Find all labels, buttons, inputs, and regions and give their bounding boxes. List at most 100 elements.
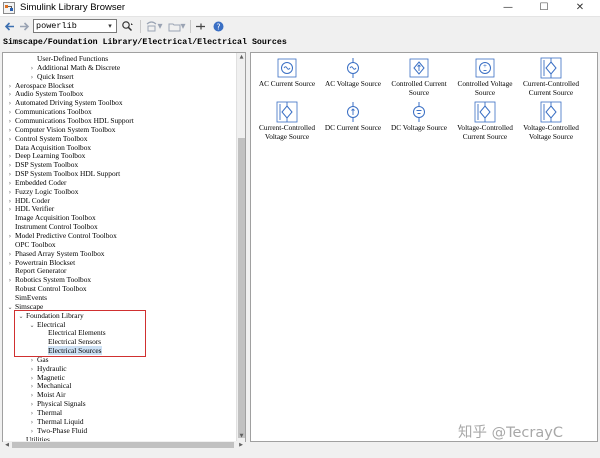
- tree-item[interactable]: › HDL Coder: [5, 196, 50, 205]
- search-options-icon[interactable]: [121, 20, 134, 33]
- current-controlled-voltage-source-icon: [276, 101, 298, 123]
- library-block[interactable]: Voltage-Controlled Current Source: [451, 101, 519, 141]
- tree-item[interactable]: › Control System Toolbox: [5, 134, 88, 143]
- search-input[interactable]: powerlib ▾: [33, 19, 117, 33]
- ac-voltage-source-icon: [347, 58, 359, 78]
- ac-current-source-icon: [277, 58, 297, 78]
- library-tree[interactable]: User-Defined Functions › Additional Math &…: [2, 52, 246, 442]
- tree-item[interactable]: › Aerospace Blockset: [5, 81, 74, 90]
- block-label: AC Current Source: [258, 79, 316, 88]
- toolbar-separator: [140, 20, 141, 33]
- tree-item[interactable]: › Moist Air: [27, 390, 66, 399]
- library-block[interactable]: AC Current Source: [253, 57, 321, 88]
- tree-item-label: Powertrain Blockset: [15, 257, 76, 267]
- tree-item[interactable]: Report Generator: [5, 266, 67, 275]
- scroll-left-icon[interactable]: ◀: [3, 441, 11, 449]
- tree-item[interactable]: › Robotics System Toolbox: [5, 275, 91, 284]
- tree-item[interactable]: › Physical Signals: [27, 399, 86, 408]
- tree-item[interactable]: User-Defined Functions: [27, 54, 108, 63]
- chevron-down-icon[interactable]: ▾: [157, 20, 163, 33]
- tree-item-label: Communications Toolbox: [15, 107, 92, 117]
- tree-item-label: DSP System Toolbox HDL Support: [15, 169, 121, 179]
- chevron-down-icon[interactable]: ▾: [180, 20, 186, 33]
- window-title: Simulink Library Browser: [20, 2, 126, 13]
- tree-horizontal-scrollbar[interactable]: ◀ ▶: [3, 441, 245, 449]
- tree-item-label: Data Acquisition Toolbox: [15, 142, 92, 152]
- scroll-down-icon[interactable]: ▼: [237, 432, 246, 441]
- tree-item-label: Additional Math & Discrete: [37, 62, 121, 72]
- library-block[interactable]: Voltage-Controlled Voltage Source: [517, 101, 585, 141]
- tree-item[interactable]: › Communications Toolbox: [5, 107, 92, 116]
- tree-item[interactable]: › Thermal Liquid: [27, 417, 84, 426]
- block-label: Source: [474, 88, 496, 97]
- help-icon[interactable]: ?: [212, 20, 225, 33]
- tree-item[interactable]: › Embedded Coder: [5, 178, 67, 187]
- tree-item[interactable]: › Automated Driving System Toolbox: [5, 98, 123, 107]
- simulink-logo-icon: [3, 2, 15, 14]
- tree-item[interactable]: › DSP System Toolbox HDL Support: [5, 169, 120, 178]
- watermark-text: 知乎 @TecrayC: [458, 425, 563, 441]
- tree-item[interactable]: Image Acquisition Toolbox: [5, 213, 96, 222]
- scroll-right-icon[interactable]: ▶: [237, 441, 245, 449]
- tree-item[interactable]: › Communications Toolbox HDL Support: [5, 116, 134, 125]
- library-block[interactable]: Controlled Current Source: [385, 57, 453, 97]
- back-arrow-icon[interactable]: [3, 20, 16, 33]
- maximize-button[interactable]: ☐: [526, 0, 562, 17]
- tree-item[interactable]: › Computer Vision System Toolbox: [5, 125, 116, 134]
- library-block[interactable]: AC Voltage Source: [319, 57, 387, 88]
- pin-icon[interactable]: [194, 20, 207, 33]
- chevron-down-icon[interactable]: ▾: [105, 21, 115, 31]
- tree-item[interactable]: Robust Control Toolbox: [5, 284, 87, 293]
- tree-item[interactable]: › Magnetic: [27, 373, 65, 382]
- block-label: DC Current Source: [324, 123, 382, 132]
- close-button[interactable]: ✕: [562, 0, 598, 17]
- scroll-up-icon[interactable]: ▲: [237, 53, 246, 62]
- tree-item-label: Two-Phase Fluid: [37, 425, 88, 435]
- tree-item[interactable]: OPC Toolbox: [5, 240, 56, 249]
- voltage-controlled-voltage-source-icon: [540, 101, 562, 123]
- tree-item-label: Automated Driving System Toolbox: [15, 98, 123, 108]
- block-label: Source: [408, 88, 430, 97]
- tree-item[interactable]: › Model Predictive Control Toolbox: [5, 231, 117, 240]
- svg-text:?: ?: [216, 22, 220, 31]
- library-block[interactable]: DC Current Source: [319, 101, 387, 132]
- library-block[interactable]: DC Voltage Source: [385, 101, 453, 132]
- dc-voltage-source-icon: [413, 102, 425, 122]
- tree-item[interactable]: › Deep Learning Toolbox: [5, 151, 86, 160]
- tree-item[interactable]: SimEvents: [5, 293, 47, 302]
- tree-item[interactable]: › Additional Math & Discrete: [27, 63, 120, 72]
- tree-item-label: Thermal Liquid: [37, 416, 84, 426]
- minimize-button[interactable]: —: [490, 0, 526, 17]
- library-block[interactable]: Current-Controlled Current Source: [517, 57, 585, 97]
- tree-item[interactable]: › Phased Array System Toolbox: [5, 248, 105, 258]
- tree-item-label: Instrument Control Toolbox: [15, 222, 98, 232]
- tree-item-label: Magnetic: [37, 372, 65, 382]
- library-block[interactable]: + Controlled Voltage Source: [451, 57, 519, 97]
- block-label: Current Source: [528, 88, 574, 97]
- tree-item[interactable]: › Powertrain Blockset: [5, 258, 75, 267]
- tree-vertical-scrollbar[interactable]: ▲ ▼: [236, 53, 245, 441]
- scrollbar-thumb[interactable]: [12, 442, 234, 448]
- status-bar: [0, 449, 600, 458]
- tree-item-label: Embedded Coder: [15, 177, 67, 187]
- tree-item[interactable]: › Mechanical: [27, 381, 72, 390]
- tree-item[interactable]: › Fuzzy Logic Toolbox: [5, 187, 79, 196]
- scrollbar-thumb[interactable]: [238, 138, 245, 438]
- tree-item[interactable]: Instrument Control Toolbox: [5, 222, 98, 231]
- dc-current-source-icon: [347, 102, 359, 122]
- tree-item[interactable]: › Two-Phase Fluid: [27, 426, 87, 435]
- tree-item-label: Phased Array System Toolbox: [15, 248, 105, 258]
- tree-item[interactable]: › Audio System Toolbox: [5, 89, 84, 98]
- tree-item-label: DSP System Toolbox: [15, 160, 79, 170]
- tree-item[interactable]: › Thermal: [27, 408, 62, 417]
- tree-item[interactable]: › Quick Insert: [27, 72, 74, 81]
- forward-arrow-icon[interactable]: [18, 20, 31, 33]
- tree-item[interactable]: Data Acquisition Toolbox: [5, 143, 91, 152]
- tree-item-label: User-Defined Functions: [37, 54, 109, 63]
- tree-item[interactable]: › HDL Verifier: [5, 204, 54, 213]
- annotation-highlight-box: [14, 310, 146, 357]
- tree-item[interactable]: › Hydraulic: [27, 364, 67, 373]
- library-block[interactable]: Current-Controlled Voltage Source: [253, 101, 321, 141]
- tree-item-label: HDL Coder: [15, 195, 50, 205]
- tree-item[interactable]: › DSP System Toolbox: [5, 160, 78, 169]
